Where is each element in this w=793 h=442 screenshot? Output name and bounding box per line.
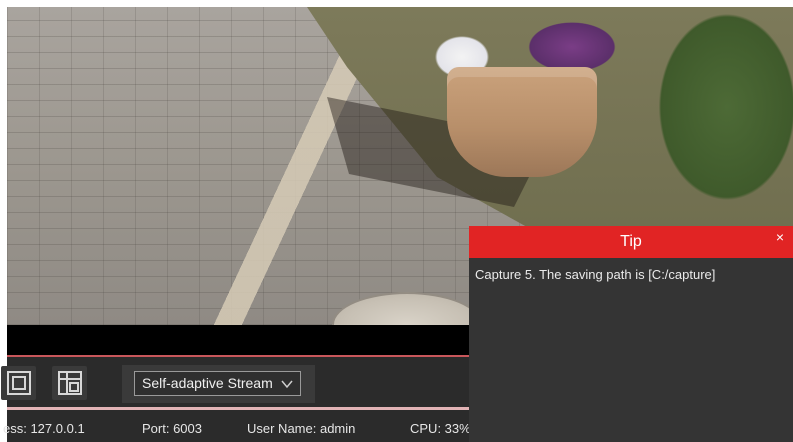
status-cpu: CPU: 33% — [410, 421, 471, 436]
stream-mode-select[interactable]: Self-adaptive Stream — [134, 371, 301, 396]
single-screen-button[interactable] — [1, 366, 36, 400]
tip-dialog: Tip × Capture 5. The saving path is [C:/… — [469, 226, 793, 442]
video-flower-pot — [447, 67, 597, 177]
status-port: Port: 6003 — [142, 421, 202, 436]
tip-message: Capture 5. The saving path is [C:/captur… — [475, 267, 716, 282]
chevron-down-icon — [281, 380, 293, 388]
status-address: ess: 127.0.0.1 — [3, 421, 85, 436]
stream-mode-value: Self-adaptive Stream — [142, 375, 273, 391]
layout-grid-icon — [57, 371, 82, 395]
close-icon[interactable]: × — [773, 230, 787, 244]
stream-mode-panel: Self-adaptive Stream — [122, 365, 315, 403]
tip-header: Tip × — [469, 226, 793, 258]
custom-layout-button[interactable] — [52, 366, 87, 400]
status-user: User Name: admin — [247, 421, 356, 436]
single-screen-icon — [6, 371, 31, 395]
tip-title: Tip — [620, 233, 642, 250]
